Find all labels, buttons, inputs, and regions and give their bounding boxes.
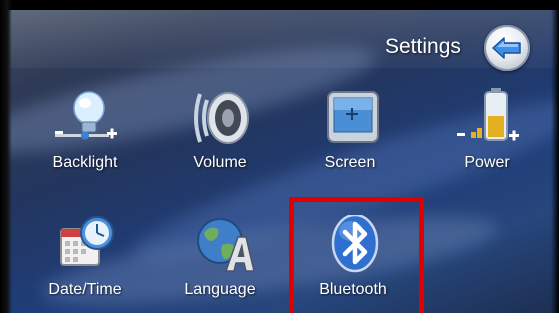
- battery-level-icon: [457, 88, 519, 141]
- back-button[interactable]: [484, 25, 530, 71]
- device-bezel: [0, 0, 559, 10]
- tile-label: Date/Time: [48, 281, 122, 298]
- page-title: Settings: [385, 35, 461, 58]
- page-margin: [0, 313, 559, 325]
- device-bezel: [551, 0, 559, 325]
- tile-screen[interactable]: Screen: [300, 88, 400, 188]
- screen-icon: [327, 91, 379, 143]
- settings-screen: Settings Backlight Volume Screen Power D…: [0, 0, 559, 325]
- selection-highlight: [289, 197, 424, 319]
- tile-label: Backlight: [52, 154, 118, 171]
- back-arrow-icon: [492, 37, 521, 59]
- device-bezel: [0, 0, 12, 325]
- calendar-clock-icon: [60, 216, 114, 266]
- globe-language-icon: [197, 218, 254, 272]
- tile-label: Power: [464, 154, 510, 171]
- tile-label: Language: [184, 281, 256, 298]
- tile-backlight[interactable]: Backlight: [35, 88, 135, 188]
- tile-language[interactable]: Language: [170, 215, 270, 315]
- tile-date-time[interactable]: Date/Time: [35, 215, 135, 315]
- tile-label: Screen: [324, 154, 376, 171]
- backlight-bulb-icon: [55, 91, 117, 140]
- tile-volume[interactable]: Volume: [170, 88, 270, 188]
- tile-label: Volume: [193, 154, 247, 171]
- tile-power[interactable]: Power: [437, 88, 537, 188]
- speaker-icon: [194, 92, 249, 144]
